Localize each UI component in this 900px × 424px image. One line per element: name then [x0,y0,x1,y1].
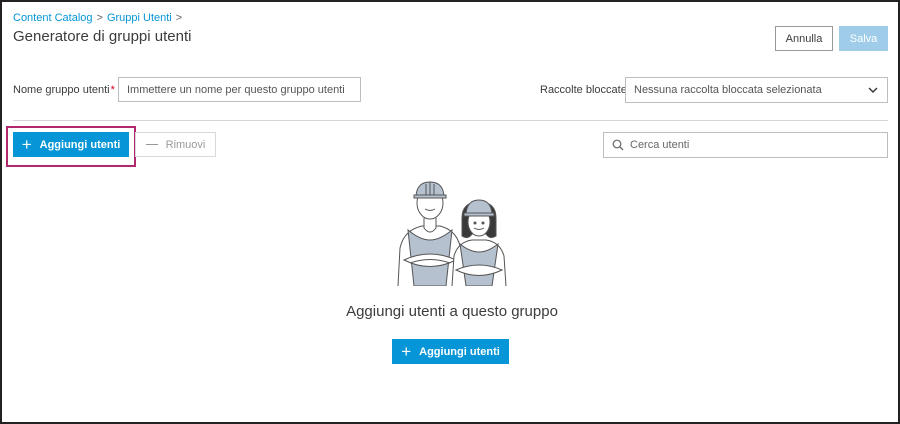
app-frame: Content Catalog > Gruppi Utenti > Genera… [0,0,900,424]
search-users-input[interactable]: Cerca utenti [603,132,888,158]
page-title: Generatore di gruppi utenti [13,28,192,45]
breadcrumb-link-gruppi-utenti[interactable]: Gruppi Utenti [107,12,172,24]
search-icon [612,139,624,151]
locked-collections-select[interactable]: Nessuna raccolta bloccata selezionata [625,77,888,103]
group-name-label: Nome gruppo utenti* [13,84,115,96]
breadcrumb-separator: > [96,12,103,24]
save-button[interactable]: Salva [839,26,888,51]
cancel-button[interactable]: Annulla [775,26,833,51]
plus-icon: + [21,135,32,154]
plus-icon: + [401,342,412,361]
worker-man [397,181,461,286]
empty-state-message: Aggiungi utenti a questo gruppo [346,303,558,320]
workers-illustration [397,181,507,286]
minus-icon [145,144,158,145]
chevron-down-icon [868,87,878,93]
group-name-placeholder: Immettere un nome per questo gruppo uten… [127,83,345,96]
group-name-label-text: Nome gruppo utenti [13,84,110,96]
add-users-button[interactable]: + Aggiungi utenti [13,132,129,157]
search-placeholder: Cerca utenti [630,139,690,151]
add-users-label: Aggiungi utenti [39,138,121,151]
breadcrumb: Content Catalog > Gruppi Utenti > [13,12,186,24]
locked-collections-label: Raccolte bloccate [540,84,627,96]
group-name-input[interactable]: Immettere un nome per questo gruppo uten… [118,77,361,102]
add-users-empty-state-button[interactable]: + Aggiungi utenti [392,339,509,364]
remove-label: Rimuovi [165,138,206,151]
worker-woman [451,199,507,286]
add-users-empty-label: Aggiungi utenti [419,345,500,358]
breadcrumb-separator: > [175,12,183,24]
locked-collections-value: Nessuna raccolta bloccata selezionata [634,84,822,96]
required-marker: * [110,84,115,96]
breadcrumb-link-content-catalog[interactable]: Content Catalog [13,12,93,24]
section-divider [13,120,888,121]
remove-button[interactable]: Rimuovi [135,132,216,157]
